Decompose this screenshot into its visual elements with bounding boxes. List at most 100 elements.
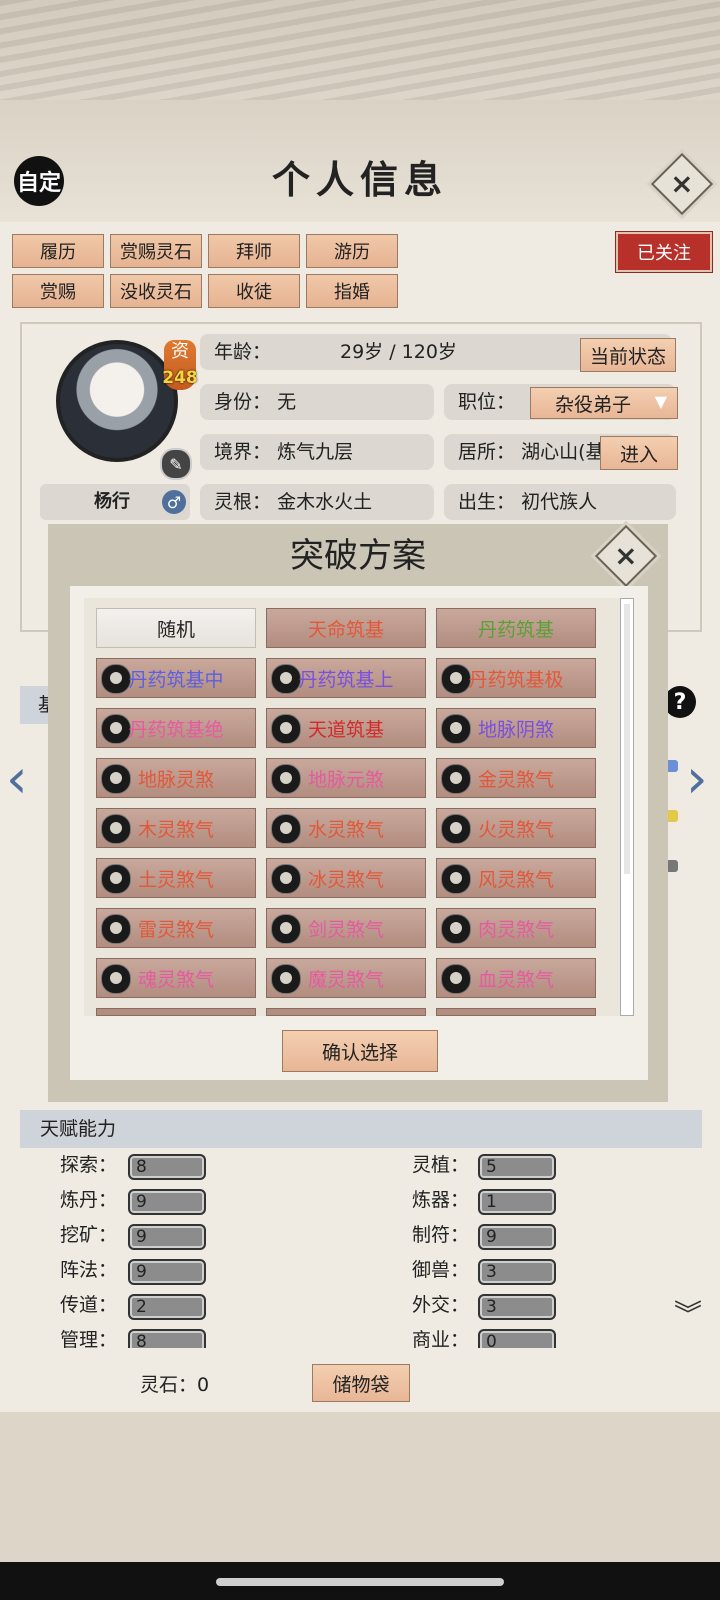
breakthrough-option[interactable]: 风灵煞气 xyxy=(436,858,596,898)
character-name: 杨行 xyxy=(94,491,130,512)
breakthrough-option[interactable]: 木灵煞气 xyxy=(96,808,256,848)
option-label: 剑灵煞气 xyxy=(307,918,384,941)
current-status-button[interactable]: 当前状态 xyxy=(580,338,676,372)
scrollbar-thumb[interactable] xyxy=(624,604,630,874)
breakthrough-option[interactable]: 天命筑基 xyxy=(266,608,426,648)
pill-icon xyxy=(271,764,301,794)
custom-button[interactable]: 自定 xyxy=(14,156,64,206)
breakthrough-option[interactable]: 丹药筑基 xyxy=(436,608,596,648)
travel-button[interactable]: 游历 xyxy=(306,234,398,268)
history-button[interactable]: 履历 xyxy=(12,234,104,268)
home-indicator[interactable] xyxy=(216,1578,504,1586)
pill-icon xyxy=(441,764,471,794)
apprentice-button[interactable]: 拜师 xyxy=(208,234,300,268)
breakthrough-option[interactable]: 魔灵煞气 xyxy=(266,958,426,998)
talent-label: 御兽： xyxy=(412,1259,470,1281)
reward-stones-button[interactable]: 赏赐灵石 xyxy=(110,234,202,268)
pill-icon xyxy=(101,864,131,894)
pill-icon xyxy=(101,764,131,794)
male-icon: ♂ xyxy=(162,490,186,514)
option-label: 魔灵煞气 xyxy=(307,968,384,991)
breakthrough-option[interactable]: 肉灵煞气 xyxy=(436,908,596,948)
reward-button[interactable]: 赏赐 xyxy=(12,274,104,308)
option-label: 丹药筑基中 xyxy=(128,668,224,691)
breakthrough-option[interactable]: 剑灵煞气 xyxy=(266,908,426,948)
breakthrough-option[interactable]: 地脉灵煞 xyxy=(96,758,256,798)
breakthrough-option[interactable]: 丹药筑基极 xyxy=(436,658,596,698)
age-label: 年龄： xyxy=(214,341,272,363)
breakthrough-option[interactable]: 血灵煞气 xyxy=(436,958,596,998)
confirm-selection-button[interactable]: 确认选择 xyxy=(282,1030,438,1072)
residence-value: 湖心山(基 xyxy=(521,441,605,463)
option-label: 木灵煞气 xyxy=(137,818,214,841)
talent-label: 炼器： xyxy=(412,1189,470,1211)
option-label: 地脉阴煞 xyxy=(477,718,554,741)
confiscate-stones-button[interactable]: 没收灵石 xyxy=(110,274,202,308)
pen-icon[interactable]: ✎ xyxy=(160,448,192,480)
option-label: 血灵煞气 xyxy=(477,968,554,991)
option-label: 雷灵煞气 xyxy=(137,918,214,941)
talent-value: 9 xyxy=(128,1259,206,1285)
arrange-marriage-button[interactable]: 指婚 xyxy=(306,274,398,308)
talent-value: 8 xyxy=(128,1154,206,1180)
breakthrough-option[interactable]: 丹药筑基中 xyxy=(96,658,256,698)
talent-value: 2 xyxy=(128,1294,206,1320)
pill-icon xyxy=(441,864,471,894)
option-label: 火灵煞气 xyxy=(477,818,554,841)
pill-icon xyxy=(101,664,131,694)
option-label: 土灵煞气 xyxy=(137,868,214,891)
talent-label: 制符： xyxy=(412,1224,470,1246)
birth-row: 出生： 初代族人 xyxy=(444,484,676,520)
breakthrough-option[interactable]: 天道筑基 xyxy=(266,708,426,748)
talent-value: 5 xyxy=(478,1154,556,1180)
option-label: 肉灵煞气 xyxy=(477,918,554,941)
breakthrough-option[interactable]: 金灵煞气 xyxy=(436,758,596,798)
followed-badge[interactable]: 已关注 xyxy=(616,232,712,272)
breakthrough-option[interactable]: 魂灵煞气 xyxy=(96,958,256,998)
breakthrough-option[interactable]: 冰灵煞气 xyxy=(266,858,426,898)
talent-value: 9 xyxy=(128,1224,206,1250)
breakthrough-option[interactable]: 雷灵煞气 xyxy=(96,908,256,948)
pill-icon xyxy=(101,714,131,744)
pill-icon xyxy=(271,864,301,894)
chevron-double-down-icon[interactable]: ︾ xyxy=(674,1301,702,1329)
option-peek xyxy=(96,1008,256,1016)
pill-icon xyxy=(441,664,471,694)
position-value: 杂役弟子 xyxy=(555,393,632,416)
position-dropdown[interactable]: 杂役弟子 ▼ xyxy=(530,387,678,419)
option-label: 天道筑基 xyxy=(307,718,384,741)
pill-icon xyxy=(441,814,471,844)
option-peek xyxy=(436,1008,596,1016)
pill-icon xyxy=(271,914,301,944)
chevron-left-icon[interactable]: ‹ xyxy=(6,752,28,806)
option-label: 丹药筑基绝 xyxy=(128,718,224,741)
option-label: 地脉灵煞 xyxy=(137,768,214,791)
storage-bag-button[interactable]: 储物袋 xyxy=(312,1364,410,1402)
root-row: 灵根： 金木水火土 xyxy=(200,484,434,520)
residence-label: 居所： xyxy=(458,441,516,463)
option-label: 地脉元煞 xyxy=(307,768,384,791)
breakthrough-option[interactable]: 丹药筑基上 xyxy=(266,658,426,698)
random-option[interactable]: 随机 xyxy=(96,608,256,648)
chevron-right-icon[interactable]: › xyxy=(686,752,708,806)
pill-icon xyxy=(101,814,131,844)
talent-label: 阵法： xyxy=(60,1259,118,1281)
option-label: 天命筑基 xyxy=(307,618,384,641)
option-label: 水灵煞气 xyxy=(307,818,384,841)
pill-icon xyxy=(271,964,301,994)
take-disciple-button[interactable]: 收徒 xyxy=(208,274,300,308)
aptitude-value: 248 xyxy=(162,368,198,388)
avatar xyxy=(56,340,178,462)
breakthrough-option[interactable]: 地脉元煞 xyxy=(266,758,426,798)
breakthrough-option[interactable]: 火灵煞气 xyxy=(436,808,596,848)
talent-label: 探索： xyxy=(60,1154,118,1176)
breakthrough-option[interactable]: 丹药筑基绝 xyxy=(96,708,256,748)
breakthrough-option[interactable]: 土灵煞气 xyxy=(96,858,256,898)
close-icon: × xyxy=(614,539,638,572)
option-label: 金灵煞气 xyxy=(477,768,554,791)
help-icon[interactable]: ? xyxy=(664,686,696,718)
breakthrough-option[interactable]: 水灵煞气 xyxy=(266,808,426,848)
chevron-down-icon: ▼ xyxy=(654,392,667,411)
enter-button[interactable]: 进入 xyxy=(600,436,678,470)
breakthrough-option[interactable]: 地脉阴煞 xyxy=(436,708,596,748)
